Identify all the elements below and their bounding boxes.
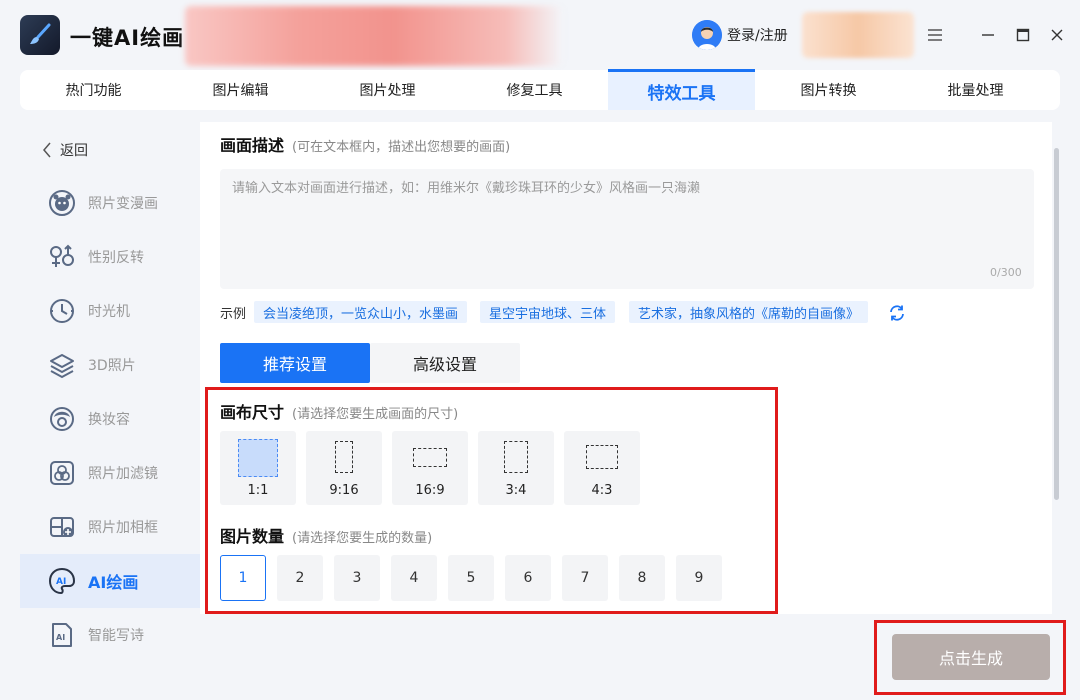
sidebar-item-label: 性别反转 [88,250,144,266]
ratio-shape [335,441,353,473]
examples-label: 示例 [220,307,247,322]
sidebar-item-frame[interactable]: 照片加相框 [20,500,200,554]
tab-image-edit[interactable]: 图片编辑 [167,70,314,110]
menu-icon[interactable] [923,23,947,47]
tab-recommended-settings[interactable]: 推荐设置 [220,343,370,383]
svg-text:AI: AI [56,577,66,587]
ratio-option-9-16[interactable]: 9:16 [306,431,382,505]
top-nav: 热门功能 图片编辑 图片处理 修复工具 特效工具 图片转换 批量处理 [20,69,1060,110]
sidebar: 返回 照片变漫画 性别反转 时光机 3D照片 换妆容 照片加滤镜 照片加相框 A… [20,122,200,700]
ratio-label: 4:3 [591,483,613,498]
sidebar-item-poem[interactable]: AI 智能写诗 [20,608,200,662]
ratio-option-3-4[interactable]: 3:4 [478,431,554,505]
ratio-option-4-3[interactable]: 4:3 [564,431,640,505]
char-counter: 0/300 [990,266,1022,279]
canvas-size-section-title: 画布尺寸 (请选择您要生成画面的尺寸) [220,399,458,423]
sidebar-item-time-machine[interactable]: 时光机 [20,284,200,338]
count-option[interactable]: 1 [220,555,266,601]
login-label: 登录/注册 [727,28,788,44]
ratio-shape [586,445,618,469]
scrollbar[interactable] [1054,148,1059,500]
tab-effect-tools[interactable]: 特效工具 [608,69,755,110]
app-title: 一键AI绘画 [70,26,185,50]
tab-image-convert[interactable]: 图片转换 [755,70,902,110]
ai-paint-icon: AI [48,567,76,595]
ratio-shape [413,448,447,467]
sidebar-item-3d-photo[interactable]: 3D照片 [20,338,200,392]
ratio-shape [504,441,528,473]
sidebar-item-label: 时光机 [88,304,130,320]
count-option[interactable]: 3 [334,555,380,601]
minimize-icon[interactable] [976,23,1000,47]
count-option[interactable]: 5 [448,555,494,601]
layers-icon [48,351,76,379]
chevron-left-icon [43,142,51,158]
canvas-size-title: 画布尺寸 [220,403,285,422]
blurred-promo [802,12,914,58]
ratio-shape [238,439,278,477]
login-button[interactable]: 登录/注册 [692,20,788,50]
ai-doc-icon: AI [48,621,76,649]
sidebar-item-label: 3D照片 [88,358,136,374]
count-option[interactable]: 4 [391,555,437,601]
paintbrush-icon [30,23,51,44]
sidebar-item-label: AI绘画 [88,573,139,592]
description-input[interactable] [220,169,1034,289]
count-option[interactable]: 6 [505,555,551,601]
ratio-label: 3:4 [505,483,527,498]
close-icon[interactable] [1045,23,1069,47]
app-logo [20,15,60,55]
sidebar-item-label: 照片加滤镜 [88,466,158,482]
sidebar-item-gender-swap[interactable]: 性别反转 [20,230,200,284]
tab-image-process[interactable]: 图片处理 [314,70,461,110]
image-count-section-title: 图片数量 (请选择您要生成的数量) [220,523,432,547]
tab-repair-tools[interactable]: 修复工具 [461,70,608,110]
sidebar-item-makeup[interactable]: 换妆容 [20,392,200,446]
count-option[interactable]: 9 [676,555,722,601]
tab-advanced-settings[interactable]: 高级设置 [370,343,520,383]
count-option[interactable]: 2 [277,555,323,601]
gender-icon [48,243,76,271]
frame-icon [48,513,76,541]
ratio-option-16-9[interactable]: 16:9 [392,431,468,505]
ratio-option-1-1[interactable]: 1:1 [220,431,296,505]
ratio-label: 16:9 [415,483,445,498]
blurred-banner [185,6,563,66]
count-option[interactable]: 7 [562,555,608,601]
generate-button[interactable]: 点击生成 [892,634,1050,680]
svg-text:AI: AI [56,633,65,642]
filter-icon [48,459,76,487]
sidebar-item-label: 照片加相框 [88,520,158,536]
sidebar-item-filter[interactable]: 照片加滤镜 [20,446,200,500]
image-count-hint: (请选择您要生成的数量) [292,531,433,546]
tab-batch-process[interactable]: 批量处理 [902,70,1049,110]
tab-hot-functions[interactable]: 热门功能 [20,70,167,110]
cartoon-face-icon [48,189,76,217]
back-label: 返回 [60,143,88,159]
example-chip[interactable]: 星空宇宙地球、三体 [480,301,616,323]
back-button[interactable]: 返回 [42,140,88,160]
makeup-icon [48,405,76,433]
title-bar: 一键AI绘画 登录/注册 [0,0,1080,70]
example-chip[interactable]: 艺术家，抽象风格的《席勒的自画像》 [629,301,869,323]
sidebar-item-label: 智能写诗 [88,628,144,644]
sidebar-item-label: 换妆容 [88,412,130,428]
description-section-title: 画面描述 (可在文本框内，描述出您想要的画面) [220,132,510,156]
clock-icon [48,297,76,325]
image-count-title: 图片数量 [220,527,285,546]
ratio-label: 9:16 [329,483,359,498]
sidebar-item-cartoon[interactable]: 照片变漫画 [20,176,200,230]
avatar-icon [692,20,722,50]
canvas-size-hint: (请选择您要生成画面的尺寸) [292,407,459,422]
sidebar-item-ai-paint[interactable]: AI AI绘画 [20,554,200,608]
count-option[interactable]: 8 [619,555,665,601]
sidebar-item-label: 照片变漫画 [88,196,158,212]
description-hint: (可在文本框内，描述出您想要的画面) [292,140,511,155]
ratio-label: 1:1 [247,483,269,498]
refresh-icon[interactable] [888,304,906,322]
example-chip[interactable]: 会当凌绝顶，一览众山小，水墨画 [254,301,468,323]
description-title: 画面描述 [220,136,285,155]
maximize-icon[interactable] [1011,23,1035,47]
